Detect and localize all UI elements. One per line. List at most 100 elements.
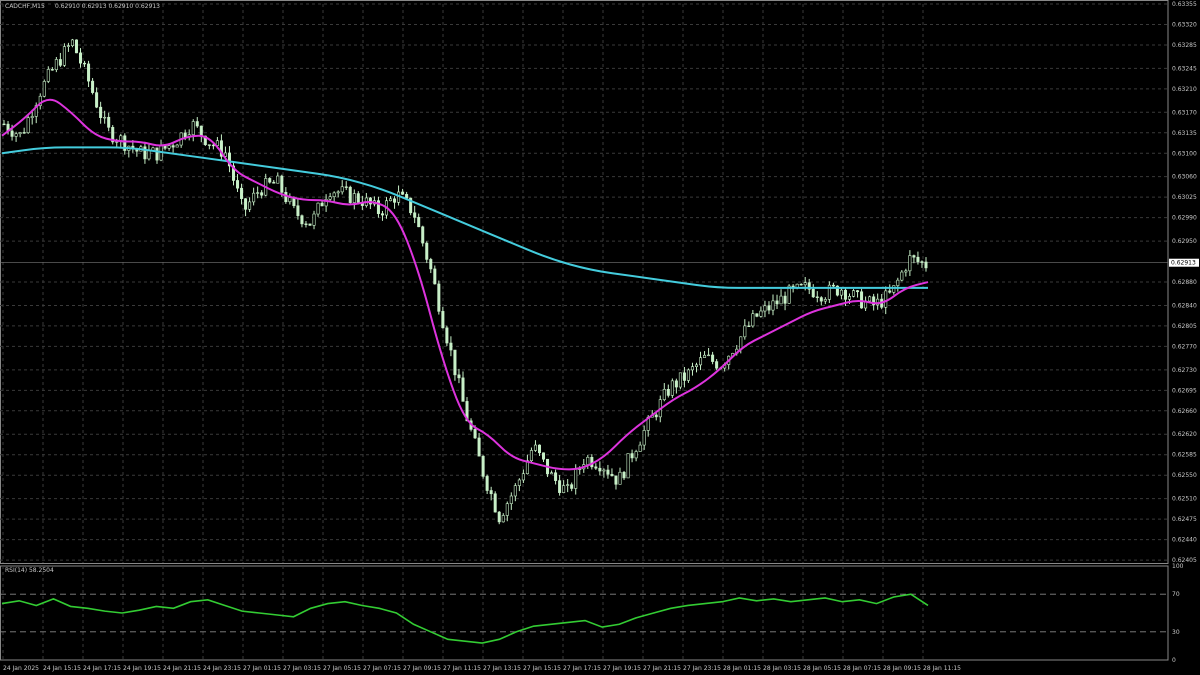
candle-body — [236, 180, 240, 189]
candle-body — [610, 473, 614, 477]
candle-body — [614, 475, 618, 485]
candle-body — [191, 121, 195, 136]
candle-body — [312, 213, 316, 226]
candle-body — [920, 261, 924, 263]
candle-body — [171, 145, 175, 148]
time-tick-label: 27 Jan 11:15 — [443, 665, 481, 672]
candle-body — [566, 484, 570, 486]
candle-body — [550, 472, 554, 475]
candle-body — [433, 268, 437, 285]
candle-body — [421, 226, 425, 244]
price-tick-label: 0.62730 — [1172, 367, 1197, 374]
candle-body — [300, 215, 304, 225]
price-tick-label: 0.62770 — [1172, 343, 1197, 350]
candle-body — [348, 186, 352, 203]
candle-body — [598, 467, 602, 472]
time-tick-label: 24 Jan 17:15 — [83, 665, 121, 672]
current-price-label: 0.62913 — [1171, 260, 1196, 267]
candle-body — [441, 311, 445, 329]
candle-body — [195, 121, 199, 127]
candle-body — [562, 485, 566, 493]
candle-body — [654, 414, 658, 418]
candle-body — [260, 192, 264, 196]
time-tick-label: 24 Jan 19:15 — [123, 665, 161, 672]
candle-body — [155, 147, 159, 161]
candle-body — [529, 450, 533, 462]
candle-body — [256, 192, 260, 194]
time-tick-label: 27 Jan 07:15 — [363, 665, 401, 672]
time-tick-label: 27 Jan 13:15 — [483, 665, 521, 672]
candle-body — [783, 295, 787, 304]
candle-body — [449, 342, 453, 351]
candle-body — [815, 296, 819, 298]
price-tick-label: 0.62695 — [1172, 387, 1197, 394]
price-tick-label: 0.63025 — [1172, 194, 1197, 201]
candle-body — [380, 213, 384, 216]
candle-body — [666, 389, 670, 396]
rsi-tick-label: 0 — [1172, 657, 1176, 664]
time-tick-label: 24 Jan 21:15 — [163, 665, 201, 672]
candle-body — [240, 187, 244, 199]
candle-body — [417, 217, 421, 228]
candle-body — [682, 372, 686, 381]
candle-body — [533, 444, 537, 451]
candle-body — [847, 296, 851, 300]
price-tick-label: 0.63245 — [1172, 65, 1197, 72]
time-tick-label: 27 Jan 05:15 — [323, 665, 361, 672]
candle-body — [505, 503, 509, 516]
candle-body — [904, 270, 908, 273]
time-tick-label: 24 Jan 2025 — [3, 665, 39, 672]
candle-body — [803, 282, 807, 286]
candle-body — [493, 493, 497, 513]
candle-body — [674, 380, 678, 388]
candle-body — [103, 116, 107, 119]
candle-body — [751, 313, 755, 327]
candle-body — [284, 191, 288, 203]
candle-body — [634, 451, 638, 459]
candle-body — [401, 191, 405, 195]
candle-body — [739, 336, 743, 350]
price-tick-label: 0.62585 — [1172, 452, 1197, 459]
candle-body — [521, 473, 525, 481]
candle-body — [46, 69, 50, 82]
price-tick-label: 0.62550 — [1172, 472, 1197, 479]
candle-body — [268, 178, 272, 183]
price-chart[interactable]: 0.63355 0.63320 0.63285 0.63245 0.63210 0.631… — [0, 0, 1200, 675]
rsi-label: RSI(14) 58.2504 — [5, 567, 54, 574]
candle-body — [10, 130, 14, 137]
candle-body — [755, 313, 759, 317]
candle-body — [485, 476, 489, 491]
candle-body — [107, 116, 111, 128]
time-tick-label: 27 Jan 23:15 — [683, 665, 721, 672]
price-tick-label: 0.63060 — [1172, 174, 1197, 181]
candle-body — [779, 295, 783, 305]
candle-body — [860, 291, 864, 309]
candle-body — [457, 374, 461, 379]
candle-body — [207, 144, 211, 146]
candle-body — [823, 299, 827, 302]
candle-body — [336, 191, 340, 194]
candle-body — [497, 511, 501, 523]
candle-body — [868, 296, 872, 302]
candle-body — [211, 144, 215, 147]
candle-body — [690, 366, 694, 371]
candle-body — [445, 327, 449, 344]
candle-body — [2, 123, 6, 126]
candle-body — [332, 192, 336, 197]
candle-body — [70, 39, 74, 46]
candle-body — [276, 175, 280, 184]
time-tick-label: 28 Jan 11:15 — [923, 665, 961, 672]
candle-body — [831, 284, 835, 287]
symbol-label: CADCHF,M15 — [5, 3, 45, 10]
candle-body — [147, 150, 151, 160]
time-tick-label: 28 Jan 09:15 — [883, 665, 921, 672]
price-tick-label: 0.62840 — [1172, 302, 1197, 309]
candle-body — [743, 325, 747, 338]
price-tick-label: 0.62805 — [1172, 323, 1197, 330]
candle-body — [590, 456, 594, 468]
candle-body — [26, 117, 30, 134]
time-tick-label: 27 Jan 21:15 — [643, 665, 681, 672]
candle-body — [554, 472, 558, 481]
candle-body — [18, 132, 22, 135]
price-tick-label: 0.63285 — [1172, 42, 1197, 49]
